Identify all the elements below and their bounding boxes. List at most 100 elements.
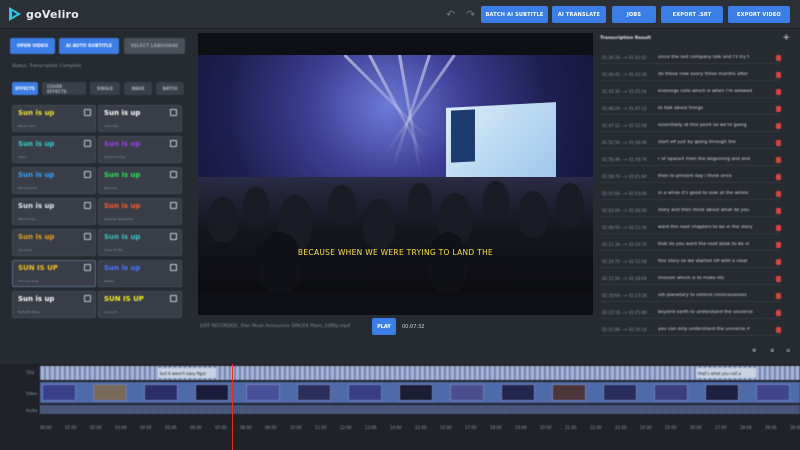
transcription-row[interactable]: 02:01:64 --> 02:03:04 in a while it's goo…: [600, 189, 781, 200]
plus-icon[interactable]: +: [782, 33, 790, 43]
transcription-row[interactable]: 01:52:56 --> 01:56:46 start off just by g…: [600, 138, 781, 149]
transcription-row[interactable]: 01:46:24 --> 01:47:12 to talk about thing…: [600, 104, 781, 115]
transcription-row[interactable]: 02:18:64 --> 02:23:18 ulti planetary to e…: [600, 291, 781, 302]
trash-icon[interactable]: [776, 259, 781, 265]
effect-card[interactable]: Sun is up Fire Glow: [12, 229, 96, 256]
trash-icon[interactable]: [776, 89, 781, 95]
trash-icon[interactable]: [776, 123, 781, 129]
row-text[interactable]: this story so we started off with a clea…: [658, 259, 770, 264]
row-text[interactable]: ulti planetary to extend consciousness: [658, 293, 770, 298]
edit-icon[interactable]: [170, 295, 177, 302]
effect-card[interactable]: Sun is up Neonbolt Hit: [12, 167, 96, 194]
edit-icon[interactable]: [84, 140, 91, 147]
trash-icon[interactable]: [776, 72, 781, 78]
play-button[interactable]: PLAY: [372, 318, 396, 335]
zoom-in-icon[interactable]: ⊕: [770, 348, 774, 354]
edit-icon[interactable]: [84, 109, 91, 116]
redo-icon[interactable]: ↷: [466, 8, 475, 21]
transcription-row[interactable]: 02:23:18 --> 02:25:88 beyond earth to und…: [600, 308, 781, 319]
transcription-row[interactable]: 01:40:42 --> 01:43:30 do these now every …: [600, 70, 781, 81]
transcription-row[interactable]: 01:43:30 --> 01:45:24 evenings calls whic…: [600, 87, 781, 98]
row-text[interactable]: story and then think about what do you: [658, 208, 770, 213]
edit-icon[interactable]: [84, 171, 91, 178]
trash-icon[interactable]: [776, 276, 781, 282]
title-track[interactable]: but it wasn't easy figur that's what you…: [40, 366, 800, 380]
row-text[interactable]: want the next chapters to be in the stor…: [658, 225, 770, 230]
edit-icon[interactable]: [170, 202, 177, 209]
export-srt-button[interactable]: EXPORT .SRT: [661, 6, 723, 23]
row-text[interactable]: mission which is to make life: [658, 276, 770, 281]
transcription-row[interactable]: 01:47:12 --> 01:52:56 essentially at this…: [600, 121, 781, 132]
playhead[interactable]: [232, 364, 233, 450]
transcription-row[interactable]: 02:12:56 --> 02:18:64 mission which is to…: [600, 274, 781, 285]
effect-card[interactable]: Sun is up Wavey: [98, 260, 182, 287]
settings-icon[interactable]: ⚙: [752, 348, 756, 354]
row-text[interactable]: start off just by going through the: [658, 140, 770, 145]
transcription-row[interactable]: 01:26:24 --> 01:42:42 since the last comp…: [600, 53, 781, 64]
trash-icon[interactable]: [776, 310, 781, 316]
edit-icon[interactable]: [170, 264, 177, 271]
edit-icon[interactable]: [84, 202, 91, 209]
edit-icon[interactable]: [170, 171, 177, 178]
audio-track[interactable]: [40, 405, 800, 414]
title-clip[interactable]: but it wasn't easy figur: [158, 368, 216, 378]
row-text[interactable]: evenings calls which is when I'm allowed: [658, 89, 770, 94]
transcription-row[interactable]: 01:58:74 --> 02:01:64 then to present day…: [600, 172, 781, 183]
effect-card[interactable]: Sun is up Rainbow Typewriter: [98, 198, 182, 225]
trash-icon[interactable]: [776, 140, 781, 146]
open-video-button[interactable]: OPEN VIDEO: [10, 38, 55, 54]
trash-icon[interactable]: [776, 191, 781, 197]
transcription-row[interactable]: 01:56:46 --> 01:58:74 r of SpaceX from th…: [600, 155, 781, 166]
effect-card[interactable]: Sun is up Natural Pop: [12, 198, 96, 225]
transcription-row[interactable]: 02:10:70 --> 02:12:56 this story so we st…: [600, 257, 781, 268]
effect-card[interactable]: Sun is up Gradient Glow: [98, 136, 182, 163]
row-text[interactable]: that do you want the next book to be in: [658, 242, 770, 247]
effect-card[interactable]: Sun is up Color Pop: [98, 105, 182, 132]
edit-icon[interactable]: [84, 295, 91, 302]
edit-icon[interactable]: [170, 140, 177, 147]
row-text[interactable]: beyond earth to understand the universe: [658, 310, 770, 315]
trash-icon[interactable]: [776, 174, 781, 180]
row-text[interactable]: you can only understand the universe if: [658, 327, 770, 332]
trash-icon[interactable]: [776, 106, 781, 112]
trash-icon[interactable]: [776, 293, 781, 299]
tab-cover-effects[interactable]: COVER EFFECTS: [42, 82, 86, 95]
tab-single[interactable]: SINGLE: [90, 82, 120, 95]
effect-card[interactable]: Sun is up Electric Pop: [12, 105, 96, 132]
trash-icon[interactable]: [776, 225, 781, 231]
ai-auto-subtitle-button[interactable]: AI AUTO SUBTITLE: [59, 38, 119, 54]
trash-icon[interactable]: [776, 327, 781, 333]
row-text[interactable]: then to present day I think once: [658, 174, 770, 179]
edit-icon[interactable]: [84, 264, 91, 271]
tab-batch[interactable]: BATCH: [156, 82, 184, 95]
row-text[interactable]: since the last company talk and I'll try…: [658, 55, 770, 60]
row-text[interactable]: to talk about things: [658, 106, 770, 111]
title-clip[interactable]: that's what you call a: [696, 368, 756, 378]
ai-translate-button[interactable]: AI TRANSLATE: [552, 6, 606, 23]
effect-card[interactable]: Sun is up Neonyte: [98, 167, 182, 194]
tab-wave[interactable]: WAVE: [124, 82, 152, 95]
effect-card[interactable]: Sun is up Glitch: [12, 136, 96, 163]
edit-icon[interactable]: [170, 233, 177, 240]
transcription-row[interactable]: 02:06:50 --> 02:11:34 want the next chapt…: [600, 223, 781, 234]
undo-icon[interactable]: ↶: [446, 8, 455, 21]
batch-ai-subtitle-button[interactable]: BATCH AI SUBTITLE: [481, 6, 548, 23]
row-text[interactable]: in a while it's good to look at the whol…: [658, 191, 770, 196]
tab-effects[interactable]: EFFECTS: [12, 82, 38, 95]
row-text[interactable]: essentially at this point so we're going: [658, 123, 770, 128]
effect-card[interactable]: Sun is up Butterfly Blast: [12, 291, 96, 318]
row-text[interactable]: do these now every three months after: [658, 72, 770, 77]
row-text[interactable]: r of SpaceX from the beginning and and: [658, 157, 770, 162]
effect-card[interactable]: SUN IS UP The Sun Goes: [12, 260, 96, 287]
edit-icon[interactable]: [84, 233, 91, 240]
video-player[interactable]: BECAUSE WHEN WE WERE TRYING TO LAND THE: [198, 33, 593, 315]
edit-icon[interactable]: [170, 109, 177, 116]
zoom-out-icon[interactable]: ⊖: [786, 348, 790, 354]
trash-icon[interactable]: [776, 55, 781, 61]
transcription-row[interactable]: 02:03:04 --> 02:06:50 story and then thin…: [600, 206, 781, 217]
trash-icon[interactable]: [776, 157, 781, 163]
trash-icon[interactable]: [776, 208, 781, 214]
select-language-button[interactable]: SELECT LANGUAGE: [124, 38, 185, 54]
timeline[interactable]: Title Video Audio but it wasn't easy fig…: [0, 364, 800, 450]
jobs-button[interactable]: JOBS: [612, 6, 656, 23]
